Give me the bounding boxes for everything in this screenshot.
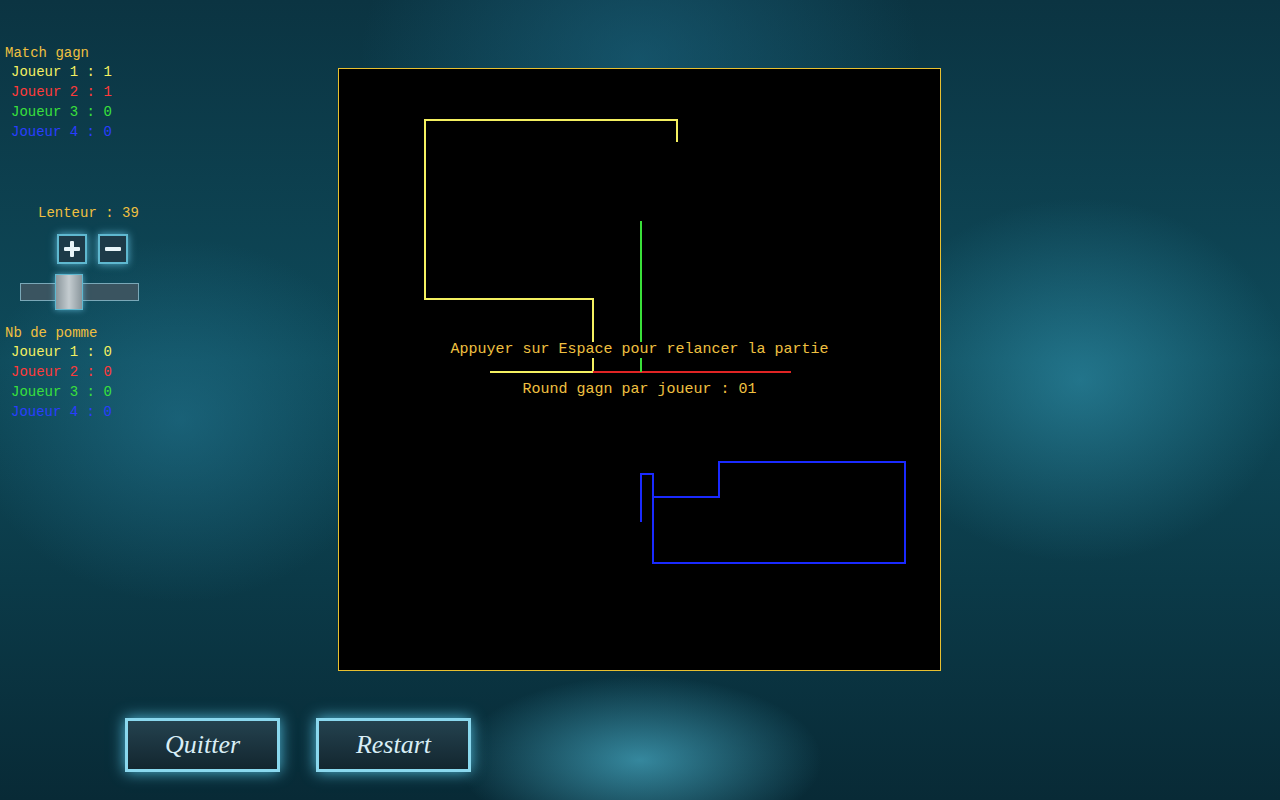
apple-score-row: Joueur 1 : 0 — [5, 342, 339, 362]
button-bar: Quitter Restart — [0, 718, 1280, 772]
match-title: Match gagn — [5, 44, 339, 62]
match-score-row: Joueur 3 : 0 — [5, 102, 339, 122]
plus-icon — [62, 239, 82, 259]
trails-canvas — [339, 69, 940, 670]
game-screen: Match gagnJoueur 1 : 1Joueur 2 : 1Joueur… — [0, 0, 1280, 800]
match-scores: Match gagnJoueur 1 : 1Joueur 2 : 1Joueur… — [0, 44, 339, 142]
match-score-row: Joueur 4 : 0 — [5, 122, 339, 142]
match-score-row: Joueur 2 : 1 — [5, 82, 339, 102]
round-info: Round gagn par joueur : 01 — [519, 382, 759, 398]
minus-icon — [103, 239, 123, 259]
match-score-row: Joueur 1 : 1 — [5, 62, 339, 82]
light-trail — [425, 120, 677, 372]
apple-score-row: Joueur 3 : 0 — [5, 382, 339, 402]
menu-button[interactable]: Restart — [316, 718, 471, 772]
game-board: Appuyer sur Espace pour relancer la part… — [339, 69, 940, 670]
apple-score-row: Joueur 4 : 0 — [5, 402, 339, 422]
menu-button[interactable]: Quitter — [125, 718, 280, 772]
speed-slider[interactable] — [20, 274, 139, 310]
apple-scores: Nb de pommeJoueur 1 : 0Joueur 2 : 0Joueu… — [0, 324, 339, 422]
main-area: Match gagnJoueur 1 : 1Joueur 2 : 1Joueur… — [0, 0, 1280, 670]
speed-buttons — [0, 234, 339, 264]
side-panel: Match gagnJoueur 1 : 1Joueur 2 : 1Joueur… — [0, 0, 339, 670]
speed-minus-button[interactable] — [98, 234, 128, 264]
light-trail — [641, 462, 905, 563]
speed-plus-button[interactable] — [57, 234, 87, 264]
restart-message: Appuyer sur Espace pour relancer la part… — [447, 342, 831, 358]
speed-label: Lenteur : 39 — [0, 204, 339, 222]
slider-thumb[interactable] — [55, 274, 83, 310]
apple-score-row: Joueur 2 : 0 — [5, 362, 339, 382]
light-trail — [593, 371, 791, 373]
apple-title: Nb de pomme — [5, 324, 339, 342]
